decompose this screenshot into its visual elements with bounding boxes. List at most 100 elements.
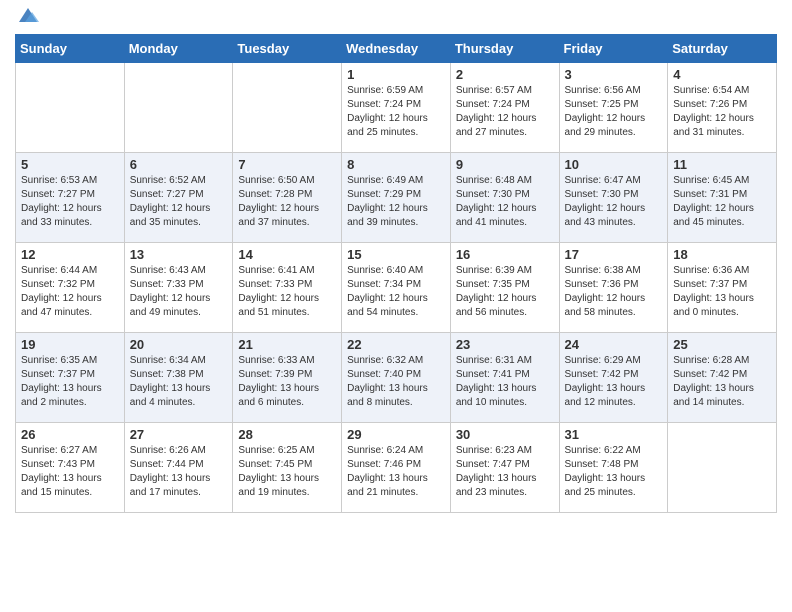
day-number: 27 bbox=[130, 427, 228, 442]
day-number: 25 bbox=[673, 337, 771, 352]
day-number: 15 bbox=[347, 247, 445, 262]
day-info: Sunrise: 6:50 AM Sunset: 7:28 PM Dayligh… bbox=[238, 174, 336, 230]
day-info: Sunrise: 6:28 AM Sunset: 7:42 PM Dayligh… bbox=[673, 354, 771, 410]
day-info: Sunrise: 6:36 AM Sunset: 7:37 PM Dayligh… bbox=[673, 264, 771, 320]
day-info: Sunrise: 6:44 AM Sunset: 7:32 PM Dayligh… bbox=[21, 264, 119, 320]
col-header-wednesday: Wednesday bbox=[342, 35, 451, 63]
day-info: Sunrise: 6:26 AM Sunset: 7:44 PM Dayligh… bbox=[130, 444, 228, 500]
day-cell bbox=[233, 63, 342, 153]
day-number: 3 bbox=[565, 67, 663, 82]
calendar-container: SundayMondayTuesdayWednesdayThursdayFrid… bbox=[0, 0, 792, 528]
day-info: Sunrise: 6:35 AM Sunset: 7:37 PM Dayligh… bbox=[21, 354, 119, 410]
day-cell: 19 Sunrise: 6:35 AM Sunset: 7:37 PM Dayli… bbox=[16, 333, 125, 423]
day-cell: 5 Sunrise: 6:53 AM Sunset: 7:27 PM Daylig… bbox=[16, 153, 125, 243]
day-cell: 21 Sunrise: 6:33 AM Sunset: 7:39 PM Dayli… bbox=[233, 333, 342, 423]
day-info: Sunrise: 6:24 AM Sunset: 7:46 PM Dayligh… bbox=[347, 444, 445, 500]
day-cell: 15 Sunrise: 6:40 AM Sunset: 7:34 PM Dayli… bbox=[342, 243, 451, 333]
day-cell: 11Sunrise: 6:45 AM Sunset: 7:31 PM Dayli… bbox=[668, 153, 777, 243]
day-number: 19 bbox=[21, 337, 119, 352]
day-cell: 24 Sunrise: 6:29 AM Sunset: 7:42 PM Dayli… bbox=[559, 333, 668, 423]
week-row-1: 1 Sunrise: 6:59 AM Sunset: 7:24 PM Daylig… bbox=[16, 63, 777, 153]
day-number: 21 bbox=[238, 337, 336, 352]
day-number: 20 bbox=[130, 337, 228, 352]
day-cell: 30Sunrise: 6:23 AM Sunset: 7:47 PM Dayli… bbox=[450, 423, 559, 513]
day-number: 30 bbox=[456, 427, 554, 442]
day-info: Sunrise: 6:22 AM Sunset: 7:48 PM Dayligh… bbox=[565, 444, 663, 500]
day-cell: 25 Sunrise: 6:28 AM Sunset: 7:42 PM Dayli… bbox=[668, 333, 777, 423]
day-info: Sunrise: 6:29 AM Sunset: 7:42 PM Dayligh… bbox=[565, 354, 663, 410]
day-number: 5 bbox=[21, 157, 119, 172]
day-number: 14 bbox=[238, 247, 336, 262]
day-number: 10 bbox=[565, 157, 663, 172]
day-cell: 4Sunrise: 6:54 AM Sunset: 7:26 PM Daylig… bbox=[668, 63, 777, 153]
day-info: Sunrise: 6:34 AM Sunset: 7:38 PM Dayligh… bbox=[130, 354, 228, 410]
day-cell: 7 Sunrise: 6:50 AM Sunset: 7:28 PM Daylig… bbox=[233, 153, 342, 243]
calendar-table: SundayMondayTuesdayWednesdayThursdayFrid… bbox=[15, 34, 777, 513]
week-row-4: 19 Sunrise: 6:35 AM Sunset: 7:37 PM Dayli… bbox=[16, 333, 777, 423]
day-info: Sunrise: 6:53 AM Sunset: 7:27 PM Dayligh… bbox=[21, 174, 119, 230]
day-cell: 9 Sunrise: 6:48 AM Sunset: 7:30 PM Daylig… bbox=[450, 153, 559, 243]
col-header-monday: Monday bbox=[124, 35, 233, 63]
day-info: Sunrise: 6:43 AM Sunset: 7:33 PM Dayligh… bbox=[130, 264, 228, 320]
day-cell: 18 Sunrise: 6:36 AM Sunset: 7:37 PM Dayli… bbox=[668, 243, 777, 333]
day-info: Sunrise: 6:49 AM Sunset: 7:29 PM Dayligh… bbox=[347, 174, 445, 230]
day-info: Sunrise: 6:39 AM Sunset: 7:35 PM Dayligh… bbox=[456, 264, 554, 320]
day-cell: 13 Sunrise: 6:43 AM Sunset: 7:33 PM Dayli… bbox=[124, 243, 233, 333]
day-number: 17 bbox=[565, 247, 663, 262]
day-info: Sunrise: 6:54 AM Sunset: 7:26 PM Dayligh… bbox=[673, 84, 771, 140]
day-info: Sunrise: 6:31 AM Sunset: 7:41 PM Dayligh… bbox=[456, 354, 554, 410]
day-info: Sunrise: 6:47 AM Sunset: 7:30 PM Dayligh… bbox=[565, 174, 663, 230]
day-cell: 16 Sunrise: 6:39 AM Sunset: 7:35 PM Dayli… bbox=[450, 243, 559, 333]
day-cell bbox=[668, 423, 777, 513]
day-info: Sunrise: 6:40 AM Sunset: 7:34 PM Dayligh… bbox=[347, 264, 445, 320]
day-number: 7 bbox=[238, 157, 336, 172]
day-cell: 12 Sunrise: 6:44 AM Sunset: 7:32 PM Dayli… bbox=[16, 243, 125, 333]
day-info: Sunrise: 6:32 AM Sunset: 7:40 PM Dayligh… bbox=[347, 354, 445, 410]
day-cell bbox=[124, 63, 233, 153]
day-cell: 8 Sunrise: 6:49 AM Sunset: 7:29 PM Daylig… bbox=[342, 153, 451, 243]
day-cell: 17 Sunrise: 6:38 AM Sunset: 7:36 PM Dayli… bbox=[559, 243, 668, 333]
day-number: 12 bbox=[21, 247, 119, 262]
col-header-tuesday: Tuesday bbox=[233, 35, 342, 63]
col-header-friday: Friday bbox=[559, 35, 668, 63]
day-cell: 2 Sunrise: 6:57 AM Sunset: 7:24 PM Daylig… bbox=[450, 63, 559, 153]
day-number: 9 bbox=[456, 157, 554, 172]
day-number: 2 bbox=[456, 67, 554, 82]
col-header-saturday: Saturday bbox=[668, 35, 777, 63]
day-cell: 26Sunrise: 6:27 AM Sunset: 7:43 PM Dayli… bbox=[16, 423, 125, 513]
day-number: 24 bbox=[565, 337, 663, 352]
col-header-thursday: Thursday bbox=[450, 35, 559, 63]
day-cell: 1 Sunrise: 6:59 AM Sunset: 7:24 PM Daylig… bbox=[342, 63, 451, 153]
day-info: Sunrise: 6:38 AM Sunset: 7:36 PM Dayligh… bbox=[565, 264, 663, 320]
day-cell: 20 Sunrise: 6:34 AM Sunset: 7:38 PM Dayli… bbox=[124, 333, 233, 423]
day-number: 23 bbox=[456, 337, 554, 352]
day-info: Sunrise: 6:45 AM Sunset: 7:31 PM Dayligh… bbox=[673, 174, 771, 230]
day-number: 13 bbox=[130, 247, 228, 262]
day-cell bbox=[16, 63, 125, 153]
day-cell: 22 Sunrise: 6:32 AM Sunset: 7:40 PM Dayli… bbox=[342, 333, 451, 423]
day-info: Sunrise: 6:59 AM Sunset: 7:24 PM Dayligh… bbox=[347, 84, 445, 140]
day-number: 1 bbox=[347, 67, 445, 82]
col-header-sunday: Sunday bbox=[16, 35, 125, 63]
day-cell: 3Sunrise: 6:56 AM Sunset: 7:25 PM Daylig… bbox=[559, 63, 668, 153]
day-number: 31 bbox=[565, 427, 663, 442]
day-number: 16 bbox=[456, 247, 554, 262]
day-number: 26 bbox=[21, 427, 119, 442]
day-info: Sunrise: 6:57 AM Sunset: 7:24 PM Dayligh… bbox=[456, 84, 554, 140]
day-info: Sunrise: 6:48 AM Sunset: 7:30 PM Dayligh… bbox=[456, 174, 554, 230]
day-number: 6 bbox=[130, 157, 228, 172]
day-info: Sunrise: 6:33 AM Sunset: 7:39 PM Dayligh… bbox=[238, 354, 336, 410]
day-cell: 29 Sunrise: 6:24 AM Sunset: 7:46 PM Dayli… bbox=[342, 423, 451, 513]
header-row: SundayMondayTuesdayWednesdayThursdayFrid… bbox=[16, 35, 777, 63]
day-info: Sunrise: 6:52 AM Sunset: 7:27 PM Dayligh… bbox=[130, 174, 228, 230]
week-row-2: 5 Sunrise: 6:53 AM Sunset: 7:27 PM Daylig… bbox=[16, 153, 777, 243]
header bbox=[15, 10, 777, 26]
day-cell: 23 Sunrise: 6:31 AM Sunset: 7:41 PM Dayli… bbox=[450, 333, 559, 423]
day-number: 28 bbox=[238, 427, 336, 442]
day-cell: 27 Sunrise: 6:26 AM Sunset: 7:44 PM Dayli… bbox=[124, 423, 233, 513]
week-row-5: 26Sunrise: 6:27 AM Sunset: 7:43 PM Dayli… bbox=[16, 423, 777, 513]
day-number: 8 bbox=[347, 157, 445, 172]
day-number: 29 bbox=[347, 427, 445, 442]
day-number: 18 bbox=[673, 247, 771, 262]
day-number: 22 bbox=[347, 337, 445, 352]
